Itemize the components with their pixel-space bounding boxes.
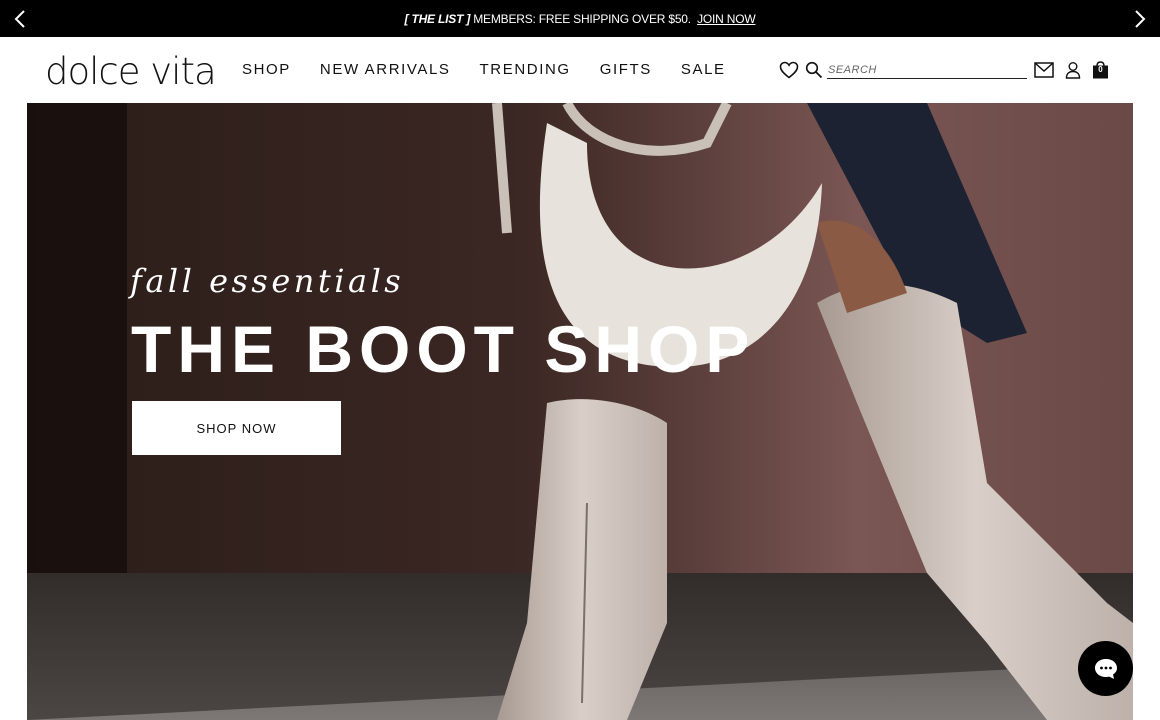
search-input[interactable] [827,61,1027,79]
site-header: dolce vita SHOP NEW ARRIVALS TRENDING GI… [0,37,1160,103]
account-user-icon[interactable] [1065,61,1081,79]
announcement-text: MEMBERS: FREE SHIPPING OVER $50. [470,11,691,26]
next-arrow-icon[interactable] [1129,8,1151,30]
nav-new-arrivals[interactable]: NEW ARRIVALS [320,61,451,78]
nav-shop[interactable]: SHOP [242,61,291,78]
nav-trending[interactable]: TRENDING [480,61,571,78]
hero-headline: THE BOOT SHOP [131,312,756,386]
join-now-link[interactable]: JOIN NOW [697,12,756,26]
hero-tagline: fall essentials [130,262,405,300]
nav-gifts[interactable]: GIFTS [600,61,652,78]
shopping-bag-icon[interactable]: 0 [1092,61,1109,79]
announcement-message: [ THE LIST ] MEMBERS: FREE SHIPPING OVER… [405,12,756,26]
announcement-badge: [ THE LIST ] [404,11,471,26]
search-icon[interactable] [805,61,823,79]
shop-now-button[interactable]: SHOP NOW [132,401,341,455]
chat-widget-button[interactable] [1078,641,1133,696]
header-utilities: 0 [779,57,1109,83]
nav-sale[interactable]: SALE [681,61,726,78]
announcement-bar: [ THE LIST ] MEMBERS: FREE SHIPPING OVER… [0,0,1160,37]
email-envelope-icon[interactable] [1034,62,1054,78]
hero-banner[interactable]: fall essentials THE BOOT SHOP SHOP NOW [27,103,1133,720]
wishlist-heart-icon[interactable] [779,61,799,79]
previous-arrow-icon[interactable] [9,8,31,30]
chat-bubble-icon [1093,657,1119,681]
cart-count: 0 [1098,65,1103,74]
search-field [827,61,1027,79]
brand-logo[interactable]: dolce vita [45,50,217,93]
main-nav: SHOP NEW ARRIVALS TRENDING GIFTS SALE [242,61,755,78]
